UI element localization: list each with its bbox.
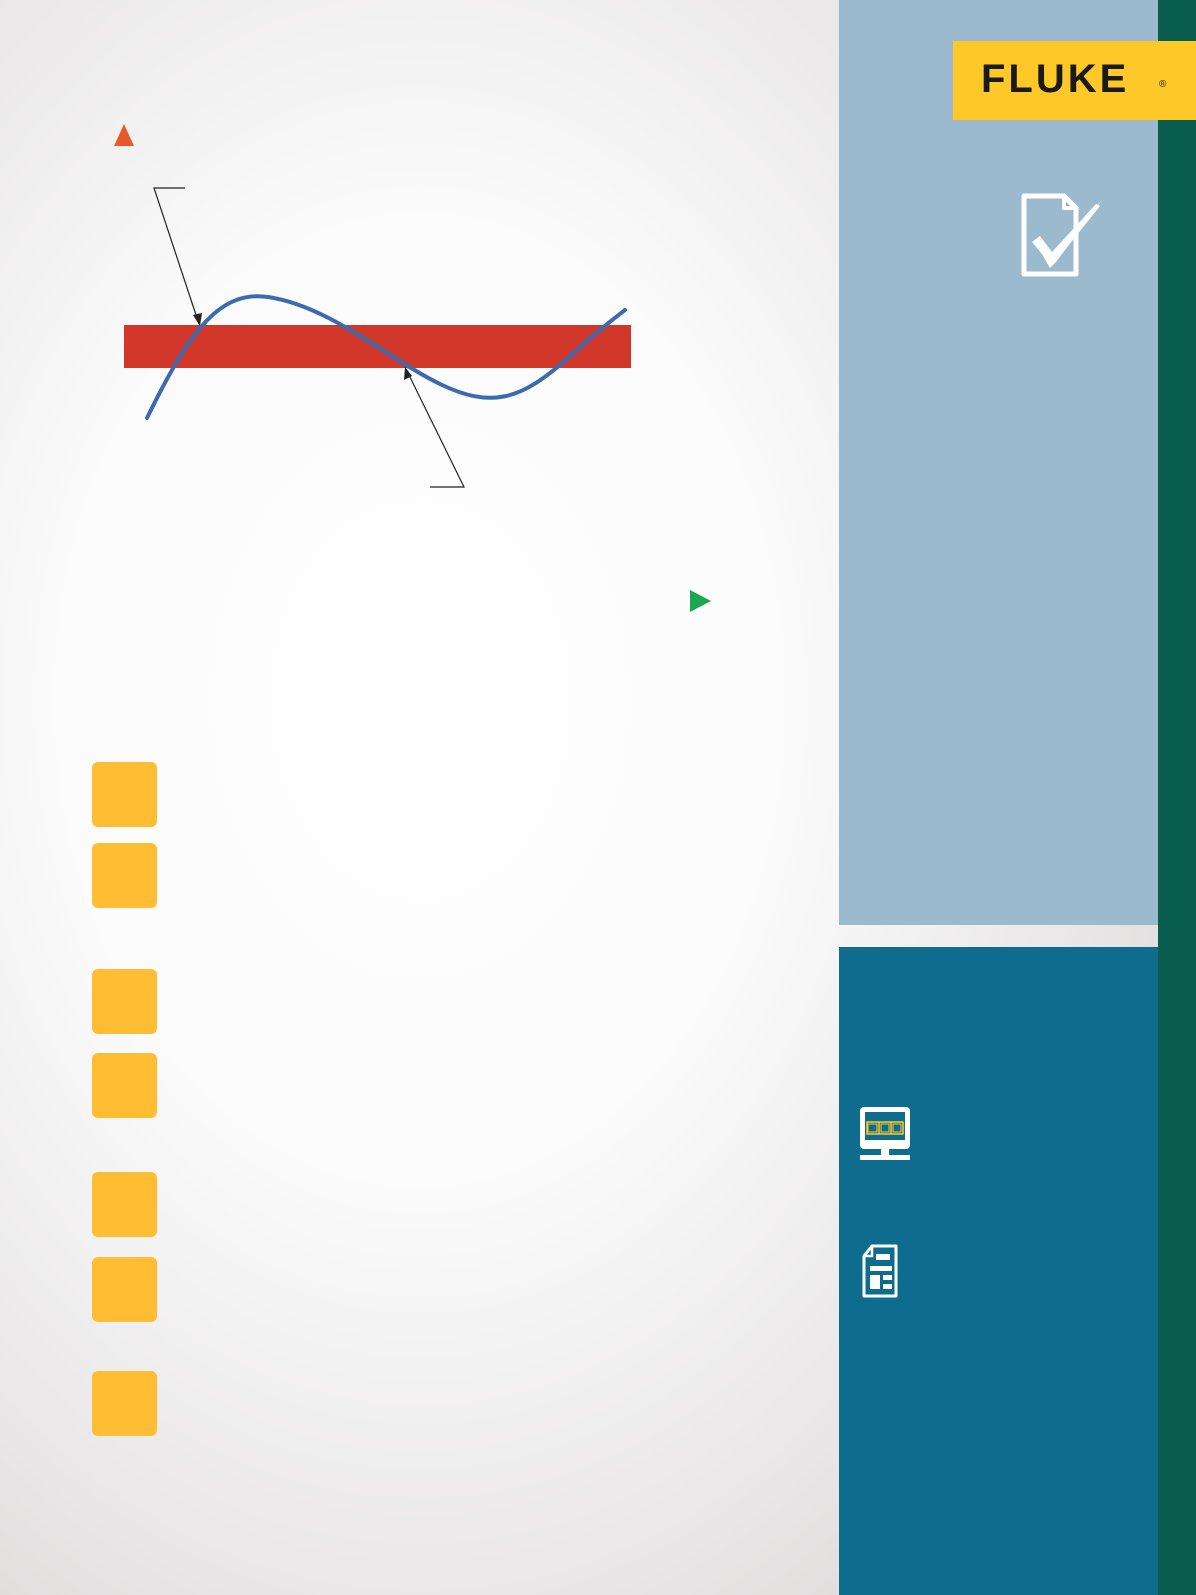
tolerance-diagram (114, 124, 711, 612)
step-marker-1 (92, 762, 157, 827)
step-marker-4 (92, 1053, 157, 1118)
step-marker-2 (92, 843, 157, 908)
document-icon (862, 1244, 898, 1298)
step-marker-3 (92, 969, 157, 1034)
edge-strip (1158, 0, 1196, 1595)
sidebar-top-panel (839, 0, 1158, 925)
monitor-icon (860, 1107, 910, 1160)
logo-wordmark: FLUKE (981, 57, 1130, 101)
callout-line-upper (153, 187, 200, 325)
logo-registered-mark: ® (1159, 79, 1167, 90)
step-marker-7 (92, 1371, 157, 1436)
step-marker-6 (92, 1257, 157, 1322)
checklist-icon (1021, 193, 1102, 277)
callout-arrowhead-upper (193, 313, 202, 326)
callout-line-lower (405, 368, 465, 488)
x-axis-arrowhead (690, 590, 711, 612)
y-axis-arrowhead (114, 124, 134, 146)
page: FLUKE ® (0, 0, 1196, 1595)
step-marker-5 (92, 1172, 157, 1237)
fluke-logo: FLUKE ® (953, 41, 1196, 120)
